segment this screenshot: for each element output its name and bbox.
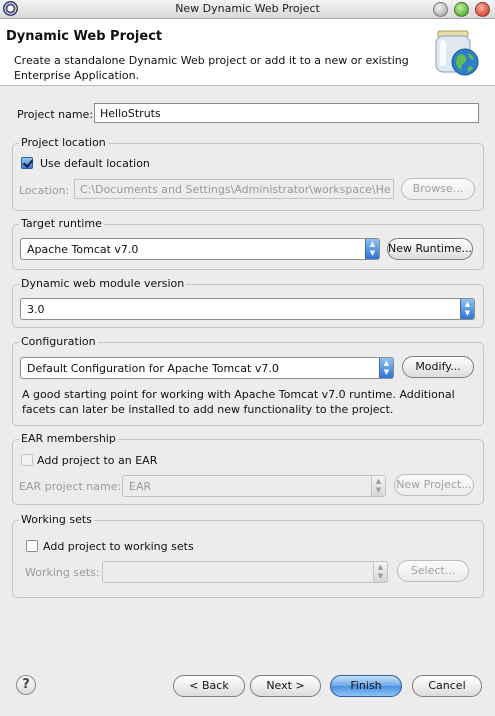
dropdown-arrows-icon: ▲ ▼ (365, 239, 379, 259)
project-name-label: Project name: (17, 108, 94, 121)
use-default-location-label: Use default location (40, 157, 150, 170)
working-sets-group (12, 520, 484, 598)
project-location-group (12, 143, 484, 211)
ear-project-name-label: EAR project name: (19, 480, 122, 493)
configuration-selected: Default Configuration for Apache Tomcat … (27, 362, 279, 375)
new-runtime-button[interactable]: New Runtime... (387, 238, 473, 260)
ear-project-name-selected: EAR (129, 480, 152, 493)
dropdown-arrows-icon: ▲ ▼ (371, 476, 385, 496)
web-module-version-group-label: Dynamic web module version (19, 277, 187, 290)
close-window-button[interactable] (475, 2, 490, 17)
help-icon[interactable]: ? (16, 675, 36, 695)
web-module-version-select[interactable]: 3.0 ▲ ▼ (20, 298, 475, 320)
project-name-input[interactable]: HelloStruts (94, 103, 479, 123)
page-title: Dynamic Web Project (6, 29, 163, 44)
configuration-select[interactable]: Default Configuration for Apache Tomcat … (20, 357, 394, 379)
back-button[interactable]: < Back (173, 675, 245, 697)
working-sets-select[interactable]: ▲ ▼ (102, 561, 388, 583)
modify-button[interactable]: Modify... (402, 356, 474, 378)
working-sets-group-label: Working sets (19, 513, 94, 526)
dropdown-arrows-icon: ▲ ▼ (379, 358, 393, 378)
target-runtime-group-label: Target runtime (19, 217, 104, 230)
next-button[interactable]: Next > (250, 675, 321, 697)
minimize-window-button[interactable] (433, 2, 448, 17)
title-bar: New Dynamic Web Project (0, 0, 495, 19)
project-location-group-label: Project location (19, 136, 108, 149)
ear-membership-group-label: EAR membership (19, 432, 118, 445)
dropdown-arrows-icon: ▲ ▼ (460, 299, 474, 319)
new-ear-project-button[interactable]: New Project... (394, 474, 474, 496)
target-runtime-selected: Apache Tomcat v7.0 (27, 243, 139, 256)
add-to-ear-checkbox[interactable] (21, 454, 33, 466)
cancel-button[interactable]: Cancel (412, 675, 482, 697)
finish-button[interactable]: Finish (330, 675, 402, 697)
dropdown-arrows-icon: ▲ ▼ (373, 562, 387, 582)
configuration-description: A good starting point for working with A… (22, 388, 455, 416)
add-to-working-sets-label: Add project to working sets (43, 540, 194, 553)
add-to-ear-label: Add project to an EAR (37, 454, 158, 467)
location-label: Location: (19, 184, 70, 197)
target-runtime-select[interactable]: Apache Tomcat v7.0 ▲ ▼ (20, 238, 380, 260)
select-working-sets-button[interactable]: Select... (397, 560, 469, 582)
location-input[interactable]: C:\Documents and Settings\Administrator\… (74, 179, 394, 199)
browse-button[interactable]: Browse... (401, 178, 475, 200)
working-sets-label: Working sets: (25, 566, 100, 579)
page-description: Create a standalone Dynamic Web project … (14, 54, 409, 82)
ear-project-name-select[interactable]: EAR ▲ ▼ (122, 475, 386, 497)
window-title: New Dynamic Web Project (175, 2, 320, 15)
wizard-header: Dynamic Web Project Create a standalone … (0, 19, 495, 86)
add-to-working-sets-checkbox[interactable] (26, 540, 38, 552)
zoom-window-button[interactable] (454, 2, 469, 17)
web-project-jar-icon (435, 30, 479, 76)
web-module-version-selected: 3.0 (27, 303, 45, 316)
configuration-group-label: Configuration (19, 335, 98, 348)
use-default-location-checkbox[interactable] (21, 157, 33, 169)
